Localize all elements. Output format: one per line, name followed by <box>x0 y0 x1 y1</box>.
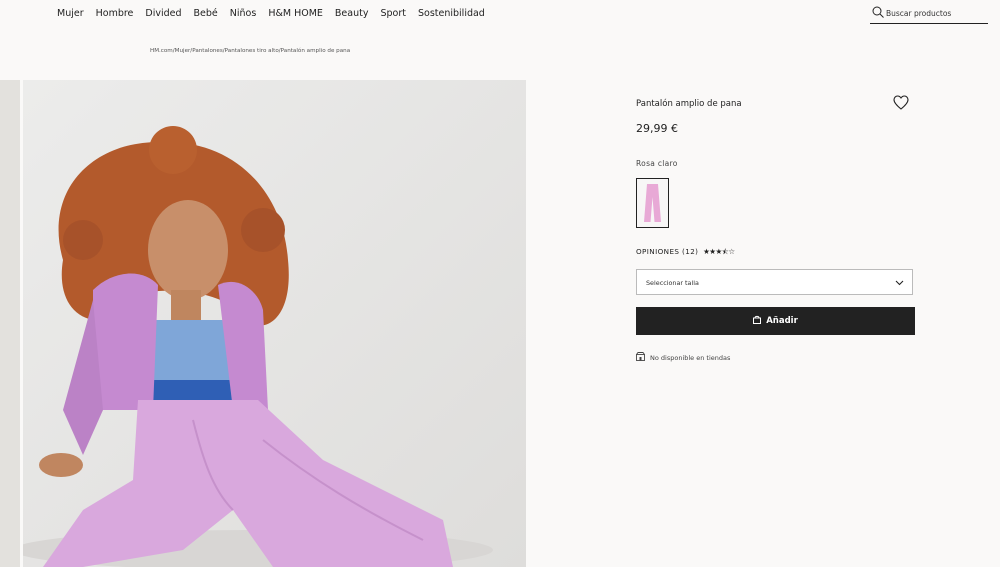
add-to-bag-button[interactable]: Añadir <box>636 307 915 335</box>
nav-item-hombre[interactable]: Hombre <box>96 8 134 19</box>
nav-item-sport[interactable]: Sport <box>380 8 406 19</box>
search-input[interactable] <box>886 6 986 20</box>
reviews-summary[interactable]: OPINIONES (12) ★★★⯪☆ <box>636 246 735 259</box>
bag-icon <box>753 315 762 327</box>
color-swatch-rosa-claro[interactable] <box>636 178 669 228</box>
nav-item-ninos[interactable]: Niños <box>230 8 257 19</box>
previous-image-strip[interactable] <box>0 80 20 567</box>
product-price: 29,99 € <box>636 122 678 135</box>
breadcrumb[interactable]: HM.com/Mujer/Pantalones/Pantalones tiro … <box>150 48 350 54</box>
product-title: Pantalón amplio de pana <box>636 99 742 109</box>
favorite-heart-icon[interactable] <box>893 95 911 111</box>
nav-item-beauty[interactable]: Beauty <box>335 8 369 19</box>
nav-item-sostenibilidad[interactable]: Sostenibilidad <box>418 8 485 19</box>
store-icon <box>636 352 645 363</box>
nav-item-home[interactable]: H&M HOME <box>268 8 323 19</box>
nav-item-divided[interactable]: Divided <box>145 8 181 19</box>
product-image[interactable] <box>23 80 526 567</box>
search-bar <box>870 5 988 24</box>
size-select-placeholder: Seleccionar talla <box>646 279 699 287</box>
nav-item-mujer[interactable]: Mujer <box>57 8 84 19</box>
reviews-label: OPINIONES (12) <box>636 247 699 256</box>
add-to-bag-label: Añadir <box>766 316 798 326</box>
rating-stars-icon: ★★★⯪☆ <box>703 247 735 256</box>
main-menu: Mujer Hombre Divided Bebé Niños H&M HOME… <box>57 8 497 19</box>
store-availability-text: No disponible en tiendas <box>650 353 731 362</box>
size-select[interactable]: Seleccionar talla <box>636 269 913 295</box>
top-navigation: Mujer Hombre Divided Bebé Niños H&M HOME… <box>0 0 1000 30</box>
selected-color-label: Rosa claro <box>636 159 678 168</box>
store-availability: No disponible en tiendas <box>636 352 730 363</box>
nav-item-bebe[interactable]: Bebé <box>194 8 218 19</box>
